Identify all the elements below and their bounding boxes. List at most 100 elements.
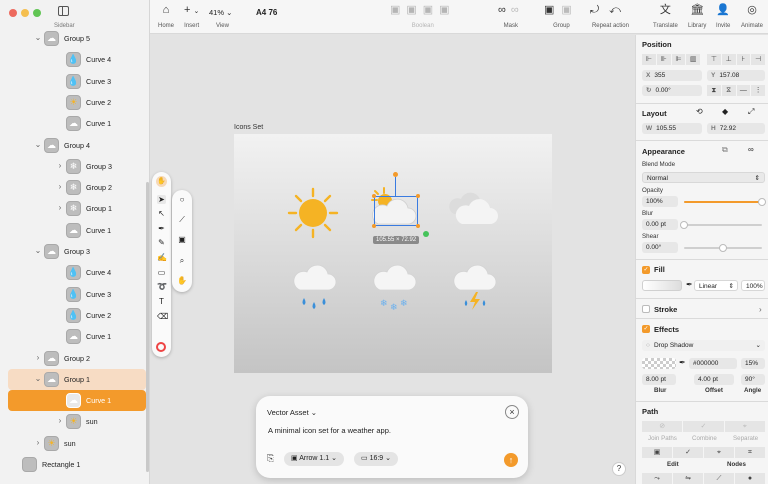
layer-row[interactable]: ☁ Curve 1 bbox=[8, 220, 146, 241]
connect-point[interactable] bbox=[423, 231, 429, 237]
shadow-color-field[interactable]: #000000 bbox=[689, 358, 737, 369]
repeat-icons[interactable]: ⤾⤺ bbox=[590, 4, 631, 18]
cloudy-icon[interactable] bbox=[446, 188, 502, 228]
shadow-opacity-field[interactable]: 15% bbox=[741, 358, 765, 369]
chevron-down-icon[interactable]: ⌄ bbox=[34, 33, 42, 42]
layer-row[interactable]: 💧 Curve 2 bbox=[8, 305, 146, 326]
effects-checkbox[interactable]: ✓ bbox=[642, 325, 650, 333]
y-field[interactable]: Y 157.08 bbox=[707, 70, 765, 81]
opacity-field[interactable]: 100% bbox=[642, 196, 678, 207]
effect-type-select[interactable]: ○ Drop Shadow ⌄ bbox=[642, 340, 765, 351]
flip-buttons[interactable]: ⧗ ⧖ ― ⋮ bbox=[707, 85, 765, 96]
selection-handle[interactable] bbox=[416, 194, 420, 198]
sidebar-toggle-icon[interactable] bbox=[58, 6, 69, 16]
blur-slider-knob[interactable] bbox=[680, 221, 688, 229]
chevron-down-icon[interactable]: ⌄ bbox=[34, 246, 42, 255]
eyedropper-icon[interactable]: ✒ bbox=[679, 358, 686, 367]
artboard[interactable]: 105.55 × 72.92 ❄ ❄ ❄ bbox=[234, 134, 552, 373]
pencil-icon[interactable]: ✎ bbox=[157, 238, 166, 247]
close-icon[interactable]: × bbox=[505, 405, 519, 419]
layer-row[interactable]: › ☀ sun bbox=[8, 411, 146, 432]
eraser-icon[interactable]: ⌫ bbox=[157, 312, 168, 321]
artboard-label[interactable]: Icons Set bbox=[234, 124, 263, 131]
layer-row[interactable]: ⌄ ☁ Group 5 bbox=[8, 28, 146, 49]
send-button[interactable]: ↑ bbox=[504, 453, 518, 467]
style-dropdown[interactable]: ▣ Arrow 1.1 ⌄ bbox=[284, 452, 344, 466]
library-button[interactable]: 🏛 Library bbox=[688, 4, 706, 29]
opacity-slider-knob[interactable] bbox=[758, 198, 766, 206]
chevron-right-icon[interactable]: › bbox=[56, 161, 64, 170]
prompt-input[interactable]: A minimal icon set for a weather app. bbox=[268, 426, 391, 435]
fill-swatch[interactable] bbox=[642, 280, 682, 291]
close-window-button[interactable] bbox=[9, 9, 17, 17]
document-name[interactable]: A4 76 bbox=[256, 8, 277, 17]
link-icon[interactable]: ∞ bbox=[748, 145, 754, 154]
selection-box[interactable] bbox=[374, 196, 418, 226]
blur-slider[interactable] bbox=[680, 221, 762, 229]
shear-slider[interactable] bbox=[684, 244, 762, 252]
shear-slider-knob[interactable] bbox=[719, 244, 727, 252]
layer-row[interactable]: Rectangle 1 bbox=[8, 454, 146, 475]
height-field[interactable]: H 72.92 bbox=[707, 123, 765, 134]
sun-icon[interactable] bbox=[286, 186, 340, 240]
chevron-right-icon[interactable]: › bbox=[759, 305, 762, 314]
selection-handle[interactable] bbox=[372, 194, 376, 198]
layers-stack-icon[interactable]: ◆ bbox=[722, 107, 728, 116]
layer-row[interactable]: › ❄ Group 2 bbox=[8, 177, 146, 198]
node-type-buttons[interactable]: ⤳ ⇋ ⟋ ● bbox=[642, 473, 765, 484]
asset-type-dropdown[interactable]: Vector Asset ⌄ bbox=[267, 408, 317, 417]
opacity-slider[interactable] bbox=[684, 198, 766, 206]
chevron-right-icon[interactable]: › bbox=[34, 353, 42, 362]
path-edit-buttons[interactable]: ▣ ✓ ⌖ ⌗ bbox=[642, 447, 765, 458]
fill-type-select[interactable]: Linear ⇕ bbox=[694, 280, 738, 291]
home-button[interactable]: ⌂ Home bbox=[158, 4, 174, 29]
selection-handle[interactable] bbox=[416, 224, 420, 228]
direct-select-icon[interactable]: ↖ bbox=[157, 209, 166, 218]
ai-assistant-icon[interactable]: ✋ bbox=[156, 176, 167, 187]
chevron-down-icon[interactable]: ⌄ bbox=[34, 374, 42, 383]
resize-icon[interactable]: ⟲ bbox=[696, 107, 703, 116]
rectangle-tool-icon[interactable]: ▭ bbox=[157, 268, 166, 277]
paperclip-icon[interactable]: ⎘ bbox=[267, 453, 274, 464]
invite-button[interactable]: 👤 Invite bbox=[716, 4, 730, 29]
layer-row[interactable]: › ☁ Group 2 bbox=[8, 348, 146, 369]
insert-button[interactable]: + ⌄ Insert bbox=[184, 4, 199, 29]
chevron-right-icon[interactable]: › bbox=[56, 416, 64, 425]
shadow-angle-field[interactable]: 90° bbox=[741, 374, 765, 385]
align-buttons-right[interactable]: ⊤ ⊥ ⊦ ⊣ bbox=[707, 54, 765, 65]
stroke-checkbox[interactable] bbox=[642, 305, 650, 313]
chevron-down-icon[interactable]: ⌄ bbox=[34, 140, 42, 149]
snow-icon[interactable]: ❄ ❄ ❄ bbox=[372, 260, 422, 316]
sidebar-scrollbar[interactable] bbox=[146, 182, 149, 472]
shadow-blur-field[interactable]: 8.00 pt bbox=[642, 374, 676, 385]
pen-icon[interactable]: ✒ bbox=[157, 224, 166, 233]
ratio-dropdown[interactable]: ▭ 16:9 ⌄ bbox=[354, 452, 399, 466]
image-tool-icon[interactable]: ▣ bbox=[177, 235, 187, 244]
thunder-rain-icon[interactable] bbox=[452, 260, 502, 316]
select-arrow-icon[interactable]: ➤ bbox=[157, 195, 166, 204]
animate-button[interactable]: ◎ Animate bbox=[741, 4, 763, 29]
layer-row[interactable]: › ☀ sun bbox=[8, 433, 146, 454]
lasso-icon[interactable]: ➰ bbox=[157, 282, 167, 291]
ellipse-tool-icon[interactable]: ○ bbox=[177, 195, 187, 204]
boolean-ops-icons[interactable]: ▣▣▣▣ bbox=[390, 4, 456, 18]
chevron-right-icon[interactable]: › bbox=[34, 438, 42, 447]
minimize-window-button[interactable] bbox=[21, 9, 29, 17]
translate-button[interactable]: 文 Translate bbox=[653, 4, 678, 29]
x-field[interactable]: X 355 bbox=[642, 70, 702, 81]
shadow-color-swatch[interactable] bbox=[642, 358, 676, 369]
brush-icon[interactable]: ✍ bbox=[157, 253, 167, 262]
zoom-level[interactable]: 41% ⌄ bbox=[209, 8, 232, 17]
layer-row[interactable]: › ❄ Group 3 bbox=[8, 156, 146, 177]
shear-field[interactable]: 0.00° bbox=[642, 242, 678, 253]
path-ops-buttons[interactable]: ⊘ ✓ ⌖ bbox=[642, 421, 765, 432]
color-picker-icon[interactable] bbox=[156, 342, 166, 352]
layer-row[interactable]: ☁ Curve 1 bbox=[8, 326, 146, 347]
blend-mode-select[interactable]: Normal ⇕ bbox=[642, 172, 765, 183]
fill-opacity-field[interactable]: 100% bbox=[741, 280, 765, 291]
layer-row[interactable]: › ❄ Group 1 bbox=[8, 198, 146, 219]
layer-row[interactable]: ☀ Curve 2 bbox=[8, 92, 146, 113]
layer-row[interactable]: ⌄ ☁ Group 4 bbox=[8, 135, 146, 156]
width-field[interactable]: W 105.55 bbox=[642, 123, 702, 134]
line-tool-icon[interactable]: ⟋ bbox=[177, 215, 187, 224]
